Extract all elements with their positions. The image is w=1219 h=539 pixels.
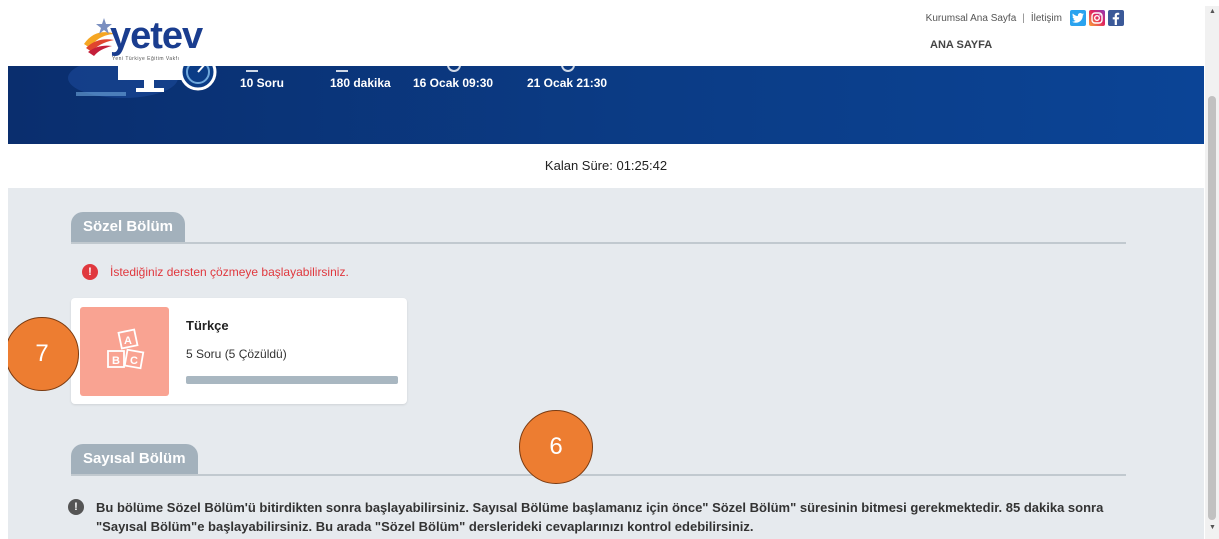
yetev-logo[interactable]: yetev Yeni Türkiye Eğitim Vakfı [82, 12, 242, 64]
instagram-icon[interactable] [1089, 10, 1105, 26]
link-separator: | [1022, 12, 1025, 24]
logo-tagline: Yeni Türkiye Eğitim Vakfı [112, 56, 180, 62]
twitter-icon[interactable] [1070, 10, 1086, 26]
search-icon [561, 66, 575, 72]
page-frame: yetev Yeni Türkiye Eğitim Vakfı Kurumsal… [8, 6, 1204, 539]
course-card-turkce[interactable]: A B C Türkçe 5 Soru (5 Çözüldü) [71, 298, 407, 404]
scrollbar-thumb[interactable] [1208, 96, 1216, 520]
annotation-marker-7: 7 [8, 317, 79, 391]
list-icon [246, 66, 258, 72]
stat-start-date-text: 16 Ocak 09:30 [413, 76, 494, 90]
contact-link[interactable]: İletişim [1031, 13, 1062, 24]
course-status: 5 Soru (5 Çözüldü) [186, 347, 287, 361]
svg-text:C: C [130, 355, 138, 367]
stat-duration: 180 dakika [330, 70, 391, 90]
stat-question-count: 10 Soru [240, 70, 285, 90]
stat-start-date: 16 Ocak 09:30 [413, 66, 494, 90]
stat-end-date-text: 21 Ocak 21:30 [527, 76, 608, 90]
monitor-speedometer-icon [68, 66, 217, 98]
course-progress-fill [186, 376, 398, 384]
top-links: Kurumsal Ana Sayfa | İletişim [926, 10, 1124, 26]
facebook-icon[interactable] [1108, 10, 1124, 26]
info-icon: ! [68, 499, 84, 515]
remaining-time: Kalan Süre: 01:25:42 [544, 158, 668, 173]
vertical-scrollbar[interactable]: ▲ ▼ [1205, 6, 1219, 539]
abc-blocks-icon: A B C [80, 307, 169, 396]
svg-text:B: B [112, 355, 120, 367]
sozel-alert: ! İstediğiniz dersten çözmeye başlayabil… [82, 264, 349, 280]
nav-home-link[interactable]: ANA SAYFA [930, 39, 992, 51]
sayisal-info: ! Bu bölüme Sözel Bölüm'ü bitirdikten so… [68, 498, 1148, 536]
stat-end-date: 21 Ocak 21:30 [527, 66, 608, 90]
stat-duration-text: 180 dakika [330, 76, 391, 90]
hourglass-icon [336, 66, 348, 72]
corporate-home-link[interactable]: Kurumsal Ana Sayfa [926, 13, 1017, 24]
section-tab-sozel: Sözel Bölüm [71, 212, 186, 242]
logo-text: yetev [110, 15, 203, 57]
alert-icon: ! [82, 264, 98, 280]
social-links [1070, 10, 1124, 26]
scroll-down-icon[interactable]: ▼ [1209, 524, 1216, 531]
annotation-marker-6: 6 [519, 410, 593, 484]
sozel-alert-text: İstediğiniz dersten çözmeye başlayabilir… [110, 265, 349, 279]
scroll-up-icon[interactable]: ▲ [1209, 8, 1216, 15]
sayisal-info-text: Bu bölüme Sözel Bölüm'ü bitirdikten sonr… [96, 500, 1104, 534]
section-divider-sozel [71, 242, 1126, 244]
stat-question-count-text: 10 Soru [240, 76, 285, 90]
site-header: yetev Yeni Türkiye Eğitim Vakfı Kurumsal… [8, 6, 1204, 66]
clock-icon [447, 66, 461, 72]
course-title: Türkçe [186, 318, 229, 333]
svg-text:A: A [124, 335, 132, 347]
timer-bar: Kalan Süre: 01:25:42 [8, 144, 1204, 188]
exam-banner: 10 Soru 180 dakika 16 Ocak 09:30 21 Ocak… [8, 66, 1204, 144]
section-tab-sayisal: Sayısal Bölüm [71, 444, 198, 474]
section-divider-sayisal [71, 474, 1126, 476]
course-progress-bar [186, 376, 398, 384]
